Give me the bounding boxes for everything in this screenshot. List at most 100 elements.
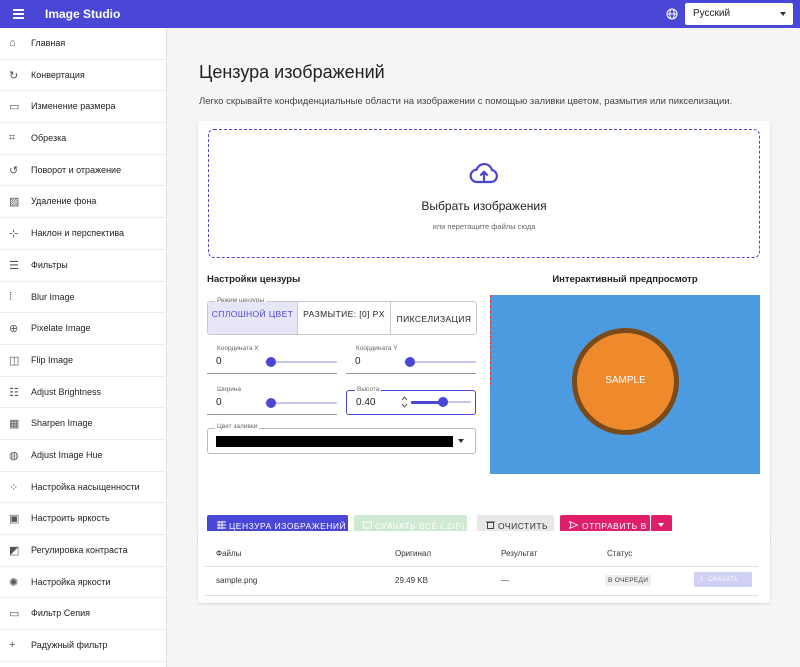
download-file-button[interactable]: ⤓ СКАЧАТЬ bbox=[694, 572, 752, 587]
sidebar-item[interactable]: + Радужный фильтр bbox=[0, 630, 166, 662]
sidebar-item-label: Настройка яркости bbox=[31, 576, 111, 587]
sidebar-item[interactable]: ↺ Поворот и отражение bbox=[0, 155, 166, 187]
file-result: — bbox=[501, 576, 509, 585]
header-result: Результат bbox=[501, 549, 538, 558]
sidebar-item[interactable]: ▭ Изменение размера bbox=[0, 91, 166, 124]
interactive-preview[interactable]: SAMPLE bbox=[490, 295, 760, 474]
palette-icon: ◍ bbox=[9, 449, 19, 462]
settings-title: Настройки цензуры bbox=[207, 274, 301, 285]
rotate-icon: ↺ bbox=[9, 164, 19, 177]
menu-icon[interactable] bbox=[13, 9, 24, 19]
sidebar-item-label: Конвертация bbox=[31, 69, 85, 80]
sidebar-item[interactable]: ⌗ Обрезка bbox=[0, 123, 166, 155]
width-slider-thumb[interactable] bbox=[266, 398, 276, 408]
sidebar-item-label: Фильтры bbox=[31, 259, 68, 270]
file-original-size: 29.49 KB bbox=[395, 576, 428, 585]
sidebar-item[interactable]: ⊹ Наклон и перспектива bbox=[0, 218, 166, 250]
contrast-icon: ◩ bbox=[9, 545, 20, 557]
x-coordinate-field[interactable]: Координата X 0 bbox=[207, 345, 337, 374]
exposure-icon: ▣ bbox=[9, 513, 20, 526]
mode-pixelate-button[interactable]: ПИКСЕЛИЗАЦИЯ bbox=[391, 302, 477, 334]
sidebar-item[interactable]: ↻ Конвертация bbox=[0, 60, 166, 92]
sidebar-item[interactable]: ⌂ Главная bbox=[0, 28, 166, 60]
sidebar-item[interactable]: ▭ Фильтр Сепия bbox=[0, 598, 166, 631]
censor-mode-group: Режим цензуры СПЛОШНОЙ ЦВЕТ РАЗМЫТИЕ: [0… bbox=[207, 297, 477, 335]
language-select-value: Русский bbox=[693, 8, 731, 19]
app-title: Image Studio bbox=[45, 7, 121, 21]
preview-title: Интерактивный предпросмотр bbox=[552, 274, 698, 285]
sidebar-item[interactable]: ◍ Adjust Image Hue bbox=[0, 440, 166, 472]
censor-card: Выбрать изображения или перетащите файлы… bbox=[198, 121, 770, 544]
table-divider bbox=[205, 566, 758, 567]
grid-icon bbox=[217, 521, 226, 529]
x-coordinate-slider-thumb[interactable] bbox=[266, 357, 276, 367]
mode-solid-color-label: СПЛОШНОЙ ЦВЕТ bbox=[211, 309, 294, 319]
perspective-icon: ⊹ bbox=[9, 228, 19, 241]
sidebar-item-label: Фильтр Сепия bbox=[31, 608, 91, 619]
sidebar-item[interactable]: ⁘ Настройка насыщенности bbox=[0, 472, 166, 504]
page-title: Цензура изображений bbox=[199, 62, 385, 82]
sidebar-item[interactable]: ☰ Фильтры bbox=[0, 250, 166, 282]
y-coordinate-field[interactable]: Координата Y 0 bbox=[346, 345, 476, 374]
top-app-bar: Image Studio Русский bbox=[0, 0, 800, 28]
y-coordinate-label: Координата Y bbox=[354, 345, 400, 352]
sidebar-item-label: Наклон и перспектива bbox=[31, 228, 125, 239]
mode-blur-button[interactable]: РАЗМЫТИЕ: [0] PX bbox=[298, 302, 391, 334]
chevron-down-icon bbox=[458, 439, 464, 443]
remove-background-icon: ▨ bbox=[9, 196, 20, 209]
file-dropzone[interactable]: Выбрать изображения или перетащите файлы… bbox=[208, 129, 760, 258]
sidebar-item[interactable]: ⁞ Blur Image bbox=[0, 282, 166, 314]
language-select[interactable]: Русский bbox=[685, 3, 793, 25]
sidebar-item[interactable]: ⊕ Pixelate Image bbox=[0, 313, 166, 345]
height-field[interactable]: Высота 0.40 bbox=[346, 386, 476, 415]
flip-icon: ◫ bbox=[9, 354, 20, 367]
sepia-icon: ▭ bbox=[9, 608, 20, 621]
mode-solid-color-button[interactable]: СПЛОШНОЙ ЦВЕТ bbox=[208, 302, 298, 334]
convert-icon: ↻ bbox=[9, 69, 19, 82]
rainbow-filter-icon: + bbox=[9, 639, 16, 652]
sidebar-item[interactable]: ✺ Настройка яркости bbox=[0, 567, 166, 599]
download-icon: ⤓ bbox=[700, 575, 704, 582]
x-coordinate-label: Координата X bbox=[215, 345, 261, 352]
sidebar-item-label: Настроить яркость bbox=[31, 513, 110, 524]
home-icon: ⌂ bbox=[9, 37, 16, 49]
height-slider-thumb[interactable] bbox=[438, 397, 448, 407]
fill-color-swatch bbox=[216, 436, 453, 447]
sidebar-item[interactable]: ▦ Sharpen Image bbox=[0, 408, 166, 440]
sidebar-item-label: Sharpen Image bbox=[31, 418, 93, 429]
sidebar-item-label: Удаление фона bbox=[31, 196, 97, 207]
mode-blur-label: РАЗМЫТИЕ: [0] PX bbox=[303, 309, 385, 319]
sidebar-item[interactable]: ◩ Регулировка контраста bbox=[0, 535, 166, 567]
sidebar-item[interactable]: ▣ Настроить яркость bbox=[0, 503, 166, 535]
fill-color-select[interactable]: Цвет заливки bbox=[207, 423, 476, 454]
download-file-label: СКАЧАТЬ bbox=[708, 576, 739, 583]
sidebar-item[interactable]: ▨ Удаление фона bbox=[0, 186, 166, 219]
resize-icon: ▭ bbox=[9, 101, 20, 114]
main-content: Цензура изображений Легко скрывайте конф… bbox=[167, 28, 800, 667]
width-label: Ширина bbox=[215, 386, 244, 393]
chevron-down-icon bbox=[780, 12, 786, 16]
page-subtitle: Легко скрывайте конфиденциальные области… bbox=[199, 96, 733, 107]
sidebar-item[interactable]: ◫ Flip Image bbox=[0, 345, 166, 377]
censor-region-outline bbox=[490, 295, 491, 385]
sidebar-item-label: Blur Image bbox=[31, 291, 75, 302]
files-table: Файлы Оригинал Результат Статус sample.p… bbox=[205, 538, 758, 596]
height-value: 0.40 bbox=[356, 397, 376, 408]
sidebar-item[interactable]: ☷ Adjust Brightness bbox=[0, 377, 166, 409]
sidebar-item-label: Настройка насыщенности bbox=[31, 481, 140, 492]
sidebar: ⌂ Главная ↻ Конвертация ▭ Изменение размера ⌗ О… bbox=[0, 28, 167, 667]
sidebar-item-label: Радужный фильтр bbox=[31, 640, 108, 651]
sharpen-icon: ▦ bbox=[9, 418, 20, 431]
send-icon bbox=[569, 521, 578, 529]
tune-icon: ☰ bbox=[9, 259, 19, 272]
mode-pixelate-label: ПИКСЕЛИЗАЦИЯ bbox=[396, 314, 472, 324]
pixelate-icon: ⊕ bbox=[9, 323, 19, 336]
files-card: Файлы Оригинал Результат Статус sample.p… bbox=[198, 531, 770, 603]
fill-color-label: Цвет заливки bbox=[215, 423, 260, 430]
delete-icon bbox=[486, 521, 495, 529]
stepper-arrows-icon[interactable] bbox=[401, 394, 408, 410]
y-coordinate-slider-thumb[interactable] bbox=[405, 357, 415, 367]
sample-label: SAMPLE bbox=[605, 375, 646, 386]
x-coordinate-value: 0 bbox=[216, 356, 222, 367]
width-field[interactable]: Ширина 0 bbox=[207, 386, 337, 415]
